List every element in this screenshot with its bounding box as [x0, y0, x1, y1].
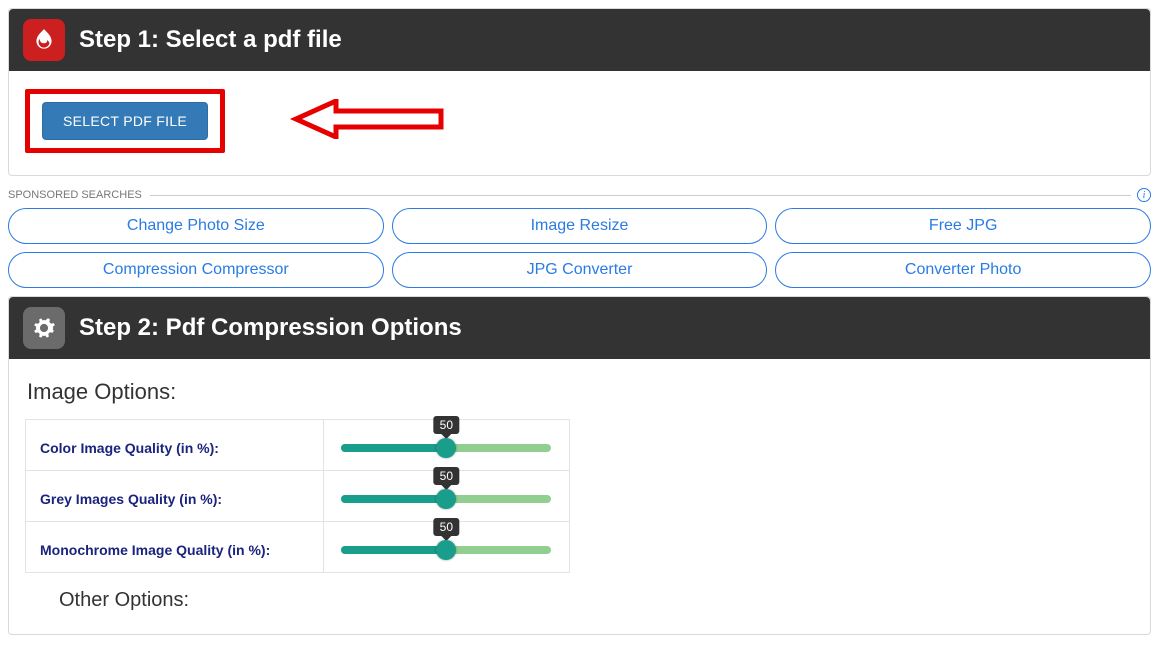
image-options-heading: Image Options: [27, 379, 1134, 405]
slider-tooltip: 50 [434, 518, 459, 536]
sponsored-link[interactable]: Converter Photo [775, 252, 1151, 288]
slider-thumb[interactable] [436, 489, 456, 509]
sponsored-section: SPONSORED SEARCHES i Change Photo Size I… [8, 188, 1151, 288]
other-options-heading: Other Options: [59, 589, 1134, 612]
select-file-highlight: SELECT PDF FILE [25, 89, 225, 153]
slider-thumb[interactable] [436, 540, 456, 560]
table-row: Monochrome Image Quality (in %): 50 [26, 522, 570, 573]
slider-fill [341, 495, 446, 503]
pdf-icon [23, 19, 65, 61]
annotation-arrow-icon [286, 99, 446, 144]
gear-icon [23, 307, 65, 349]
step1-header: Step 1: Select a pdf file [9, 9, 1150, 71]
sponsored-link[interactable]: Free JPG [775, 208, 1151, 244]
color-quality-label: Color Image Quality (in %): [26, 420, 324, 471]
step1-panel: Step 1: Select a pdf file SELECT PDF FIL… [8, 8, 1151, 176]
sponsored-label-row: SPONSORED SEARCHES i [8, 188, 1151, 202]
info-icon[interactable]: i [1137, 188, 1151, 202]
color-quality-slider[interactable]: 50 [341, 444, 551, 452]
step1-body: SELECT PDF FILE [9, 71, 1150, 175]
sponsored-link[interactable]: Compression Compressor [8, 252, 384, 288]
grey-quality-slider[interactable]: 50 [341, 495, 551, 503]
sponsored-grid: Change Photo Size Image Resize Free JPG … [8, 208, 1151, 288]
step2-header: Step 2: Pdf Compression Options [9, 297, 1150, 359]
sponsored-link[interactable]: Image Resize [392, 208, 768, 244]
grey-quality-slider-cell: 50 [323, 471, 569, 522]
step2-title: Step 2: Pdf Compression Options [79, 314, 462, 342]
color-quality-slider-cell: 50 [323, 420, 569, 471]
step2-panel: Step 2: Pdf Compression Options Image Op… [8, 296, 1151, 635]
image-options-table: Color Image Quality (in %): 50 Grey Imag… [25, 419, 570, 573]
sponsored-link[interactable]: Change Photo Size [8, 208, 384, 244]
divider [150, 195, 1131, 196]
slider-tooltip: 50 [434, 416, 459, 434]
slider-fill [341, 444, 446, 452]
mono-quality-slider[interactable]: 50 [341, 546, 551, 554]
slider-thumb[interactable] [436, 438, 456, 458]
slider-tooltip: 50 [434, 467, 459, 485]
select-pdf-button[interactable]: SELECT PDF FILE [42, 102, 208, 140]
step1-title: Step 1: Select a pdf file [79, 26, 342, 54]
table-row: Color Image Quality (in %): 50 [26, 420, 570, 471]
mono-quality-slider-cell: 50 [323, 522, 569, 573]
sponsored-link[interactable]: JPG Converter [392, 252, 768, 288]
step2-body: Image Options: Color Image Quality (in %… [9, 359, 1150, 634]
slider-fill [341, 546, 446, 554]
table-row: Grey Images Quality (in %): 50 [26, 471, 570, 522]
grey-quality-label: Grey Images Quality (in %): [26, 471, 324, 522]
sponsored-label: SPONSORED SEARCHES [8, 189, 142, 201]
mono-quality-label: Monochrome Image Quality (in %): [26, 522, 324, 573]
